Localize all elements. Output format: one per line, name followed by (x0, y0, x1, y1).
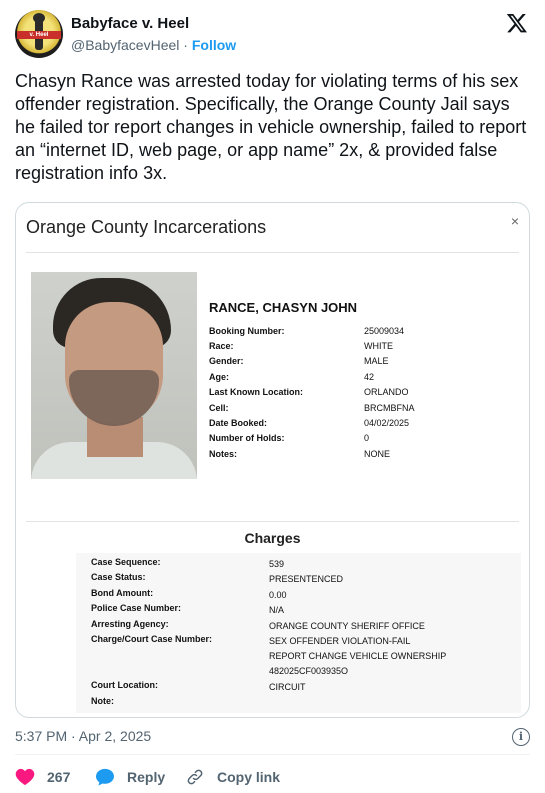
detail-row: Date Booked: 04/02/2025 (209, 418, 410, 428)
avatar[interactable]: v. Heel (15, 10, 63, 58)
divider (26, 252, 519, 253)
card-title: Orange County Incarcerations (26, 217, 267, 237)
speech-bubble-icon (95, 768, 115, 786)
divider (15, 754, 530, 755)
tweet-text: Chasyn Rance was arrested today for viol… (15, 71, 527, 183)
info-icon[interactable]: i (512, 728, 530, 746)
reply-label: Reply (127, 769, 166, 785)
mugshot-photo (31, 272, 197, 479)
heart-icon (15, 768, 35, 786)
link-icon (185, 768, 205, 786)
charges-table: Case Sequence: 539 Case Status: PRESENTENC… (76, 553, 521, 713)
detail-row: Number of Holds: 0 (209, 433, 370, 443)
detail-row: Cell: BRCMBFNA (209, 403, 415, 413)
handle-separator: · (183, 37, 188, 53)
divider (26, 521, 519, 522)
copy-link-button[interactable]: Copy link (185, 768, 280, 786)
author-handle[interactable]: @BabyfacevHeel (71, 37, 179, 53)
embedded-screenshot-card[interactable]: Orange County Incarcerations × RANCE, CH… (15, 202, 530, 718)
inmate-name: RANCE, CHASYN JOHN (209, 300, 358, 315)
close-icon: × (510, 213, 519, 229)
tweet-timestamp[interactable]: 5:37 PM · Apr 2, 2025 (15, 728, 151, 744)
like-button[interactable]: 267 (15, 768, 70, 786)
detail-row: Race: WHITE (209, 341, 393, 351)
avatar-logo-text: v. Heel (17, 31, 61, 39)
detail-row: Booking Number: 25009034 (209, 326, 405, 336)
copy-link-label: Copy link (217, 769, 281, 785)
follow-button[interactable]: Follow (192, 37, 236, 53)
detail-row: Gender: MALE (209, 356, 389, 366)
author-name[interactable]: Babyface v. Heel (71, 15, 189, 32)
detail-row: Age: 42 (209, 372, 375, 382)
charges-heading: Charges (244, 530, 301, 546)
reply-button[interactable]: Reply (95, 768, 165, 786)
like-count: 267 (47, 769, 71, 785)
detail-row: Last Known Location: ORLANDO (209, 387, 409, 397)
tweet-header: v. Heel Babyface v. Heel @BabyfacevHeel … (15, 10, 530, 60)
action-bar: 267 Reply Copy link (15, 762, 530, 792)
x-logo-icon[interactable] (506, 12, 528, 34)
detail-row: Notes: NONE (209, 449, 391, 459)
handle-line: @BabyfacevHeel · Follow (71, 37, 236, 53)
